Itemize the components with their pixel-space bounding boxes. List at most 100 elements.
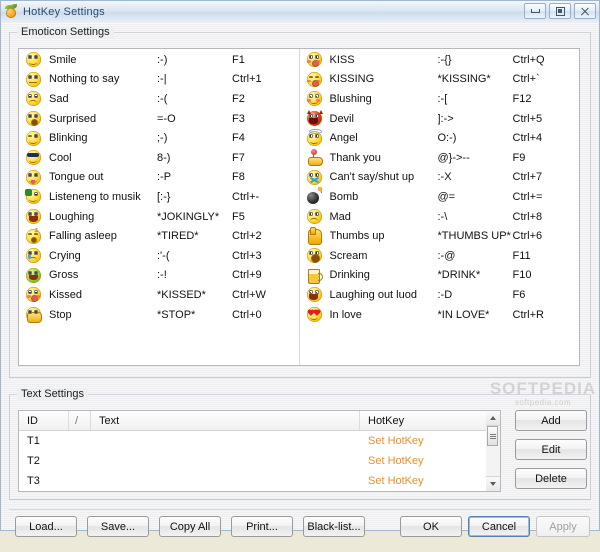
emoticon-row[interactable]: Thumbs up *THUMBS UP* Ctrl+6	[300, 226, 580, 246]
emoticon-row[interactable]: Scream:-@ F11	[300, 246, 580, 266]
emoticon-hotkey[interactable]: F1	[232, 54, 299, 66]
close-icon	[580, 7, 590, 16]
emoticon-hotkey[interactable]: Ctrl+=	[513, 191, 580, 203]
emoticon-row[interactable]: Loughing *JOKINGLY* F5	[19, 207, 299, 227]
emoticon-code: :-@	[437, 249, 456, 262]
emoticon-hotkey[interactable]: F9	[513, 152, 580, 164]
emoticon-hotkey[interactable]: Ctrl+-	[232, 191, 299, 203]
emoticon-row[interactable]: Smile:-) F1	[19, 50, 299, 70]
load-button[interactable]: Load...	[15, 516, 77, 537]
emoticon-list[interactable]: Smile:-) F1 Nothing to say:-| Ctrl+1 Sad:-(F…	[18, 48, 580, 366]
emoticon-row[interactable]: Blinking ;-) F4	[19, 128, 299, 148]
emoticon-row[interactable]: Surprised =-O F3	[19, 109, 299, 129]
black-list-button[interactable]: Black-list...	[303, 516, 365, 537]
emoticon-row[interactable]: Angel O:-) Ctrl+4	[300, 128, 580, 148]
set-hotkey-link[interactable]: Set HotKey	[360, 455, 500, 467]
emoticon-row[interactable]: KISS:-{} Ctrl+Q	[300, 50, 580, 70]
table-row[interactable]: T4Set HotKey	[19, 491, 500, 492]
emoticon-hotkey[interactable]: Ctrl+6	[513, 230, 580, 242]
emoticon-row[interactable]: Laughing out luod:-D F6	[300, 285, 580, 305]
set-hotkey-link[interactable]: Set HotKey	[360, 435, 500, 447]
emoticon-row[interactable]: Blushing:-[F12	[300, 89, 580, 109]
emoticon-row[interactable]: Stop *STOP* Ctrl+0	[19, 305, 299, 325]
emoticon-row[interactable]: Crying:'-(Ctrl+3	[19, 246, 299, 266]
emoticon-hotkey[interactable]: F8	[232, 171, 299, 183]
column-header-text[interactable]: Text	[91, 411, 360, 430]
text-settings-table[interactable]: ID / Text HotKey T1 Set HotKey T2 Set HotKe…	[18, 410, 501, 492]
emoticon-hotkey[interactable]: Ctrl+`	[513, 73, 580, 85]
emoticon-row[interactable]: Mad:-\ Ctrl+8	[300, 207, 580, 227]
minimize-button[interactable]	[524, 3, 546, 19]
emoticon-hotkey[interactable]: Ctrl+5	[513, 113, 580, 125]
emoticon-hotkey[interactable]: F7	[232, 152, 299, 164]
emoticon-code: =-O	[157, 112, 176, 125]
table-row[interactable]: T1 Set HotKey	[19, 431, 500, 451]
emoticon-row[interactable]: Sad:-(F2	[19, 89, 299, 109]
emoticon-row[interactable]: Can't say/shut up:-X Ctrl+7	[300, 168, 580, 188]
set-hotkey-link[interactable]: Set HotKey	[360, 475, 500, 487]
emoticon-hotkey[interactable]: Ctrl+4	[513, 132, 580, 144]
scroll-down-button[interactable]	[486, 476, 500, 491]
emoticon-row[interactable]: Gross:-! Ctrl+9	[19, 266, 299, 286]
emoticon-hotkey[interactable]: F2	[232, 93, 299, 105]
emoticon-hotkey[interactable]: F11	[513, 250, 580, 262]
restore-button[interactable]	[549, 3, 571, 19]
emoticon-hotkey[interactable]: Ctrl+3	[232, 250, 299, 262]
emoticon-hotkey[interactable]: F4	[232, 132, 299, 144]
cancel-button[interactable]: Cancel	[468, 516, 530, 537]
copy-all-button[interactable]: Copy All	[159, 516, 221, 537]
in-love-emoticon	[306, 306, 323, 323]
emoticon-row[interactable]: Nothing to say:-| Ctrl+1	[19, 70, 299, 90]
emoticon-hotkey[interactable]: Ctrl+7	[513, 171, 580, 183]
emoticon-hotkey[interactable]: Ctrl+Q	[513, 54, 580, 66]
emoticon-name: Drinking	[329, 269, 370, 282]
emoticon-hotkey[interactable]: F6	[513, 289, 580, 301]
emoticon-row[interactable]: In love *IN LOVE* Ctrl+R	[300, 305, 580, 325]
print-button[interactable]: Print...	[231, 516, 293, 537]
emoticon-row[interactable]: Thank you @}->-- F9	[300, 148, 580, 168]
emoticon-hotkey[interactable]: Ctrl+1	[232, 73, 299, 85]
emoticon-hotkey[interactable]: F12	[513, 93, 580, 105]
emoticon-row[interactable]: Cool 8-) F7	[19, 148, 299, 168]
emoticon-hotkey[interactable]: F10	[513, 269, 580, 281]
edit-button[interactable]: Edit	[515, 439, 587, 460]
delete-button[interactable]: Delete	[515, 468, 587, 489]
emoticon-hotkey[interactable]: Ctrl+W	[232, 289, 299, 301]
emoticon-hotkey[interactable]: Ctrl+9	[232, 269, 299, 281]
emoticon-name: Smile	[49, 53, 77, 66]
emoticon-name: Thank you	[329, 151, 381, 164]
scrollbar-thumb[interactable]	[487, 426, 498, 446]
table-scrollbar[interactable]	[486, 410, 501, 492]
table-row[interactable]: T2 Set HotKey	[19, 451, 500, 471]
emoticon-row[interactable]: KISSING *KISSING* Ctrl+`	[300, 70, 580, 90]
scroll-up-button[interactable]	[486, 411, 500, 426]
emoticon-hotkey[interactable]: F3	[232, 113, 299, 125]
table-row[interactable]: T3 Set HotKey	[19, 471, 500, 491]
column-header-id[interactable]: ID	[19, 411, 69, 430]
save-button[interactable]: Save...	[87, 516, 149, 537]
add-button[interactable]: Add	[515, 410, 587, 431]
emoticon-row[interactable]: Devil]:-> Ctrl+5	[300, 109, 580, 129]
emoticon-hotkey[interactable]: Ctrl+0	[232, 309, 299, 321]
window-controls	[524, 3, 596, 19]
emoticon-code: @=	[437, 190, 456, 203]
emoticon-code: :'-(	[157, 249, 170, 262]
column-header-sort[interactable]: /	[69, 411, 91, 430]
emoticon-row[interactable]: Bomb @= Ctrl+=	[300, 187, 580, 207]
tongue-out-emoticon	[25, 169, 42, 186]
emoticon-row[interactable]: Kissed *KISSED* Ctrl+W	[19, 285, 299, 305]
drinking-emoticon	[306, 267, 323, 284]
ok-button[interactable]: OK	[400, 516, 462, 537]
close-button[interactable]	[574, 3, 596, 19]
emoticon-hotkey[interactable]: Ctrl+8	[513, 211, 580, 223]
emoticon-row[interactable]: Drinking *DRINK* F10	[300, 266, 580, 286]
emoticon-hotkey[interactable]: Ctrl+2	[232, 230, 299, 242]
emoticon-name: Falling asleep	[49, 230, 117, 243]
emoticon-row[interactable]: Tongue out:-P F8	[19, 168, 299, 188]
emoticon-hotkey[interactable]: F5	[232, 211, 299, 223]
emoticon-code: *KISSING*	[437, 73, 491, 86]
emoticon-row[interactable]: Listeneng to musik [:-} Ctrl+-	[19, 187, 299, 207]
column-header-hotkey[interactable]: HotKey	[360, 411, 500, 430]
emoticon-hotkey[interactable]: Ctrl+R	[513, 309, 580, 321]
emoticon-row[interactable]: z Falling asleep *TIRED* Ctrl+2	[19, 226, 299, 246]
